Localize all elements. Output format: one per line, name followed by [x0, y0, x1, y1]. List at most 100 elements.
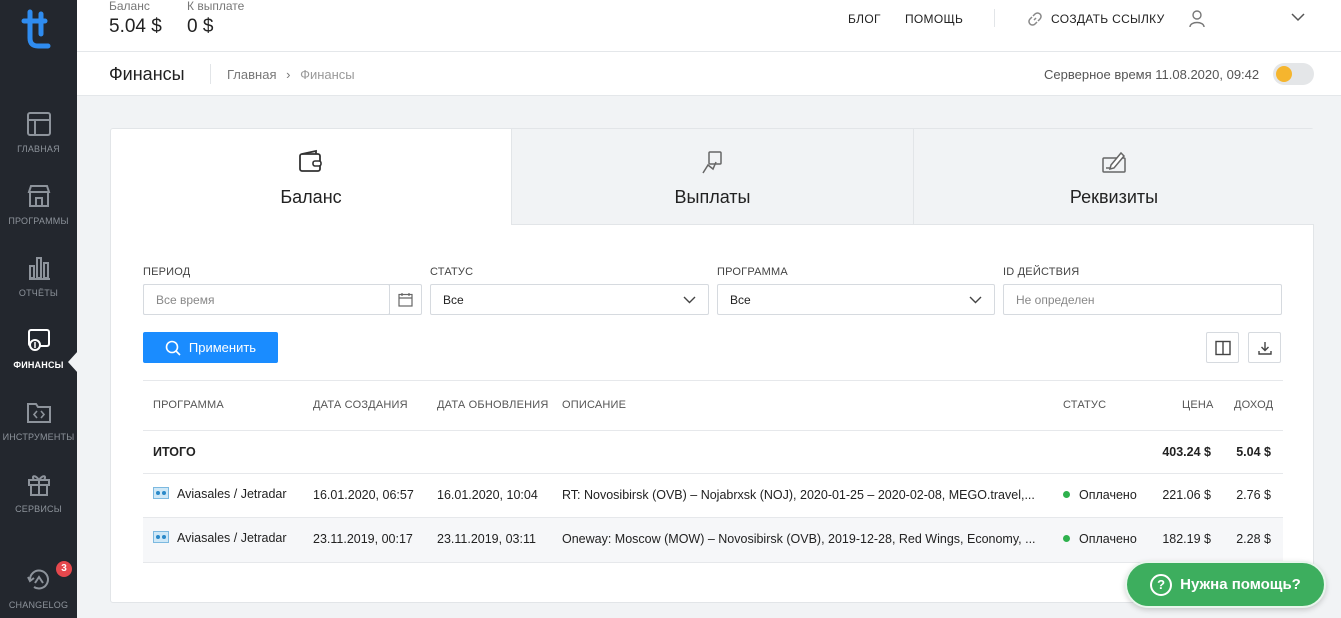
row-created: 16.01.2020, 06:57 [313, 488, 414, 502]
col-header-income[interactable]: ДОХОД [1234, 399, 1273, 411]
signature-icon [1102, 151, 1126, 173]
status-text: Оплачено [1079, 532, 1137, 546]
period-input[interactable] [143, 284, 390, 315]
action-id-input[interactable] [1003, 284, 1282, 315]
program-label: ПРОГРАММА [717, 266, 788, 278]
sidebar-item-programs[interactable]: ПРОГРАММЫ [0, 182, 77, 254]
link-icon [1028, 12, 1042, 26]
blog-link[interactable]: БЛОГ [848, 12, 881, 26]
payout-block: К выплате 0 $ [187, 0, 244, 38]
program-select-value: Все [730, 292, 751, 307]
row-status: Оплачено [1063, 488, 1137, 502]
balance-block: Баланс 5.04 $ [109, 0, 162, 38]
sidebar-item-label: ПРОГРАММЫ [8, 216, 69, 226]
chevron-down-icon[interactable] [1291, 12, 1305, 22]
table-bottom-border [143, 562, 1283, 563]
row-income: 2.28 $ [1236, 532, 1271, 546]
topbar: Баланс 5.04 $ К выплате 0 $ БЛОГ ПОМОЩЬ … [77, 0, 1341, 52]
help-link[interactable]: ПОМОЩЬ [905, 12, 963, 26]
finance-icon [27, 329, 50, 351]
question-icon: ? [1150, 573, 1173, 596]
total-label: ИТОГО [153, 445, 196, 459]
breadcrumb-current: Финансы [300, 67, 355, 82]
sidebar-item-label: CHANGELOG [8, 600, 69, 610]
balance-label: Баланс [109, 0, 150, 13]
divider [210, 64, 211, 84]
columns-icon [1214, 340, 1231, 355]
balance-value: 5.04 $ [109, 16, 162, 37]
program-name: Aviasales / Jetradar [177, 487, 287, 501]
row-price: 221.06 $ [1162, 488, 1211, 502]
col-header-program[interactable]: ПРОГРАММА [153, 399, 224, 411]
sidebar: ГЛАВНАЯ ПРОГРАММЫ ОТЧЁТЫ ФИНАНСЫ ИНСТРУМ… [0, 0, 78, 618]
row-created: 23.11.2019, 00:17 [313, 532, 413, 546]
changelog-icon [26, 569, 49, 590]
col-header-price[interactable]: ЦЕНА [1182, 399, 1214, 411]
status-dot [1063, 535, 1070, 542]
col-header-description: ОПИСАНИЕ [562, 399, 627, 411]
status-select[interactable]: Все [430, 284, 709, 315]
program-name: Aviasales / Jetradar [177, 531, 287, 545]
row-description: RT: Novosibirsk (OVB) – Nojabrxsk (NOJ),… [562, 488, 1035, 502]
breadcrumb-separator: › [286, 67, 291, 82]
toggle-knob [1276, 66, 1292, 82]
row-updated: 23.11.2019, 03:11 [437, 532, 536, 546]
sidebar-item-finance[interactable]: ФИНАНСЫ [0, 326, 78, 398]
active-indicator [68, 351, 78, 373]
theme-toggle[interactable] [1273, 63, 1314, 85]
create-link-button[interactable]: СОЗДАТЬ ССЫЛКУ [1027, 11, 1165, 27]
col-header-created[interactable]: ДАТА СОЗДАНИЯ [313, 399, 408, 411]
aviasales-icon [153, 531, 169, 543]
tab-payouts[interactable]: Выплаты [511, 129, 913, 225]
divider [994, 9, 995, 27]
travelpayouts-logo-icon[interactable] [21, 8, 55, 52]
tab-balance[interactable]: Баланс [111, 129, 511, 225]
row-income: 2.76 $ [1236, 488, 1271, 502]
sidebar-item-reports[interactable]: ОТЧЁТЫ [0, 254, 77, 326]
sidebar-item-label: ОТЧЁТЫ [18, 288, 59, 298]
sidebar-item-label: ГЛАВНАЯ [17, 144, 60, 154]
sidebar-item-label: ФИНАНСЫ [13, 360, 64, 370]
payout-hand-icon [701, 151, 722, 174]
chevron-down-icon [683, 296, 696, 303]
search-icon [165, 340, 181, 356]
breadcrumb-home[interactable]: Главная [227, 67, 276, 82]
download-icon [1257, 341, 1272, 355]
period-picker [143, 284, 422, 315]
row-divider [143, 473, 1283, 474]
status-label: СТАТУС [430, 266, 474, 278]
download-button[interactable] [1248, 332, 1281, 363]
tab-requisites[interactable]: Реквизиты [913, 129, 1314, 225]
chevron-down-icon [969, 296, 982, 303]
calendar-button[interactable] [389, 285, 421, 314]
col-header-updated[interactable]: ДАТА ОБНОВЛЕНИЯ [437, 399, 549, 411]
sidebar-item-home[interactable]: ГЛАВНАЯ [0, 110, 77, 182]
page-title: Финансы [109, 64, 185, 84]
user-icon[interactable] [1189, 10, 1205, 28]
wallet-icon [299, 149, 322, 172]
sidebar-item-label: СЕРВИСЫ [15, 504, 62, 514]
row-program: Aviasales / Jetradar [153, 487, 287, 501]
tab-label: Выплаты [674, 187, 751, 207]
sidebar-item-services[interactable]: СЕРВИСЫ [0, 470, 77, 542]
bar-chart-icon [28, 257, 50, 280]
apply-button[interactable]: Применить [143, 332, 278, 363]
col-header-status[interactable]: СТАТУС [1063, 399, 1106, 411]
help-button[interactable]: ? Нужна помощь? [1125, 561, 1326, 608]
gift-icon [27, 475, 50, 496]
row-price: 182.19 $ [1162, 532, 1211, 546]
calendar-icon [398, 293, 413, 307]
program-select[interactable]: Все [717, 284, 995, 315]
sidebar-item-tools[interactable]: ИНСТРУМЕНТЫ [0, 398, 77, 470]
total-income: 5.04 $ [1236, 445, 1271, 459]
columns-button[interactable] [1206, 332, 1239, 363]
store-icon [27, 185, 50, 207]
dashboard-icon [26, 112, 51, 136]
sidebar-item-label: ИНСТРУМЕНТЫ [2, 432, 75, 442]
payout-label: К выплате [187, 0, 245, 13]
row-updated: 16.01.2020, 10:04 [437, 488, 538, 502]
aviasales-icon [153, 487, 169, 499]
status-text: Оплачено [1079, 488, 1137, 502]
status-dot [1063, 491, 1070, 498]
row-program: Aviasales / Jetradar [153, 531, 287, 545]
